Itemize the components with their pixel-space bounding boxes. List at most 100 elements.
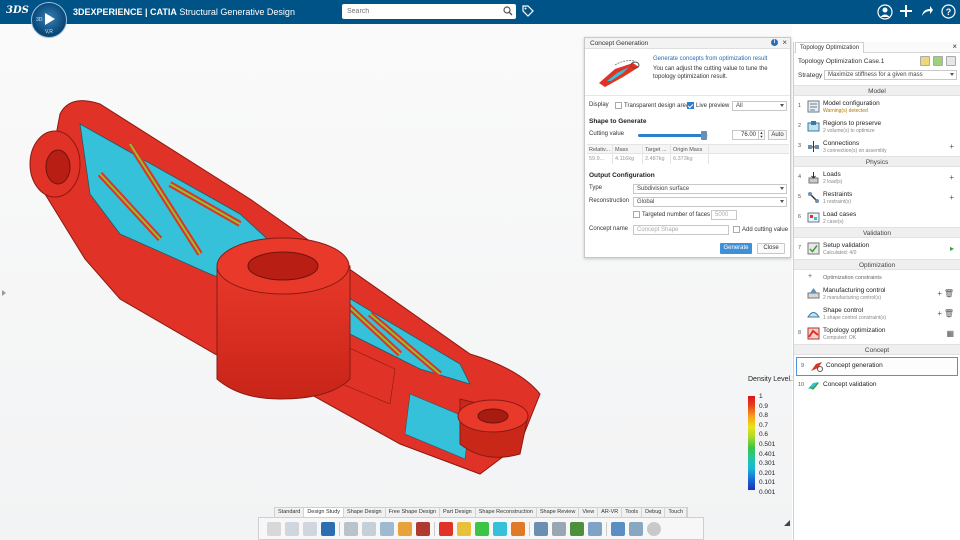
category-validation[interactable]: Validation [794,227,960,238]
workbench-tab[interactable]: Standard [275,508,305,517]
step-concept-generation[interactable]: 9 Concept generation [796,357,958,376]
delete-icon[interactable]: 🗑 [944,309,954,318]
targeted-faces-option[interactable]: Targeted number of faces [633,211,710,218]
generate-concepts-link[interactable]: Generate concepts from optimization resu… [653,56,767,62]
transparent-checkbox[interactable] [615,102,622,109]
run-validation-icon[interactable]: ▸ [950,244,954,253]
category-concept[interactable]: Concept [794,344,960,355]
auto-button[interactable]: Auto [768,130,787,140]
add-restraint-icon[interactable]: + [949,193,954,202]
topology-icon[interactable] [439,521,453,536]
table-header[interactable]: Relativ... [587,145,613,153]
workbench-tab[interactable]: Tools [622,508,643,517]
close-button[interactable]: Close [757,243,785,254]
section-icon[interactable] [362,521,376,536]
case-export-icon[interactable] [946,56,956,66]
table-header[interactable]: Target ... [643,145,671,153]
add-shape-control-icon[interactable]: + [937,309,942,318]
cutting-value-input[interactable]: 76.00 [732,130,759,140]
step-load-cases[interactable]: 6 Load cases 2 case(s) [794,209,960,228]
slider-thumb[interactable] [700,131,707,140]
cut-icon[interactable] [267,521,281,536]
cutting-value-stepper[interactable]: ▲ ▼ [759,130,765,140]
add-cutting-checkbox[interactable] [733,226,740,233]
add-manufacturing-icon[interactable]: + [937,289,942,298]
targeted-faces-input[interactable]: 5000 [711,210,737,220]
category-optimization[interactable]: Optimization [794,259,960,270]
workbench-tab[interactable]: Shape Reconstruction [476,508,537,517]
undo-icon[interactable] [321,521,335,536]
workbench-tab[interactable]: Free Shape Design [386,508,440,517]
category-physics[interactable]: Physics [794,156,960,167]
measure-icon[interactable] [344,521,358,536]
workbench-tab[interactable]: View [579,508,599,517]
table-header[interactable]: Origin Mass [671,145,709,153]
workbench-tab[interactable]: Design Study [304,508,345,517]
workbench-tab[interactable]: Shape Review [537,508,580,517]
analysis-icon[interactable] [629,521,643,536]
search-icon[interactable] [503,6,513,16]
transparent-design-area-option[interactable]: Transparent design area [615,102,689,109]
strategy-select[interactable]: Maximize stiffness for a given mass [824,70,957,80]
step-concept-validation[interactable]: 10 Concept validation [794,377,960,396]
restraints-toolbar-icon[interactable] [493,521,507,536]
display-select[interactable]: All [732,101,787,111]
views-icon[interactable] [380,521,394,536]
fit-all-icon[interactable] [588,521,602,536]
live-preview-checkbox[interactable] [687,102,694,109]
export-icon[interactable] [570,521,584,536]
workbench-tab[interactable]: Touch [665,508,688,517]
tag-icon[interactable] [522,5,534,17]
search-box[interactable] [342,4,516,19]
step-restraints[interactable]: 5 Restraints 1 restraint(s) + [794,189,960,208]
add-constraint-icon[interactable]: + [808,273,812,280]
loads-toolbar-icon[interactable] [475,521,489,536]
step-optimization-constraints[interactable]: + Optimization constraints [794,273,960,285]
close-icon[interactable]: × [782,38,787,47]
workbench-tab[interactable]: Part Design [440,508,476,517]
results-icon[interactable]: ▦ [946,329,954,338]
delete-icon[interactable]: 🗑 [944,289,954,298]
add-load-icon[interactable]: + [949,173,954,182]
step-shape-control[interactable]: Shape control 1 shape control constraint… [794,305,960,324]
case-compare-icon[interactable] [933,56,943,66]
user-icon[interactable] [877,4,893,20]
simulation-icon[interactable] [611,521,625,536]
step-loads[interactable]: 4 Loads 2 load(s) + [794,169,960,188]
step-setup-validation[interactable]: 7 Setup validation Calculated: 4/0 ▸ [794,240,960,259]
targeted-faces-checkbox[interactable] [633,211,640,218]
step-regions-to-preserve[interactable]: 2 Regions to preserve 2 volume(s) to opt… [794,118,960,137]
category-model[interactable]: Model [794,85,960,96]
step-connections[interactable]: 3 Connections 3 connection(s) on assembl… [794,138,960,157]
concept-toolbar-icon[interactable] [511,521,525,536]
live-preview-option[interactable]: Live preview [687,102,729,109]
more-icon[interactable] [647,521,661,536]
tab-topology-optimization[interactable]: Topology Optimization [795,42,865,53]
annotation-icon[interactable] [416,521,430,536]
type-select[interactable]: Subdivision surface [633,184,787,194]
workbench-tab[interactable]: Debug [642,508,666,517]
generate-button[interactable]: Generate [720,243,752,254]
workbench-tab[interactable]: AR-VR [598,508,623,517]
regions-icon[interactable] [457,521,471,536]
table-header[interactable]: Mass [613,145,643,153]
step-manufacturing-control[interactable]: Manufacturing control 2 manufacturing co… [794,285,960,304]
add-connection-icon[interactable]: + [949,142,954,151]
panel-close-icon[interactable]: × [952,42,957,51]
mesh-icon[interactable] [534,521,548,536]
expand-left-arrow-icon[interactable] [2,290,6,296]
workbench-tab[interactable]: Shape Design [344,508,386,517]
render-icon[interactable] [398,521,412,536]
info-icon[interactable]: i [771,39,778,46]
add-cutting-value-option[interactable]: Add cutting value [733,226,788,233]
help-icon[interactable]: ? [941,4,956,19]
share-icon[interactable] [920,4,934,18]
case-edit-icon[interactable] [920,56,930,66]
cutting-value-slider[interactable] [638,131,708,140]
concept-name-input[interactable]: Concept Shape [633,225,729,235]
paste-icon[interactable] [303,521,317,536]
add-icon[interactable] [899,4,913,18]
reconstruction-select[interactable]: Global [633,197,787,207]
resize-grip-icon[interactable] [784,520,790,526]
dialog-header[interactable]: Concept Generation i × [585,38,790,49]
